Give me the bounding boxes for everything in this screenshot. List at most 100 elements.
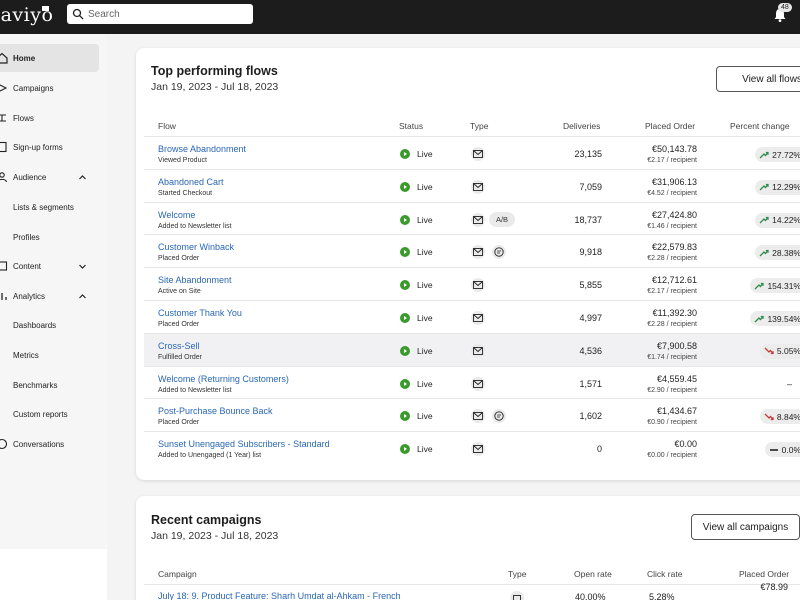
live-status-icon xyxy=(400,378,410,389)
deliveries-value: 4,536 xyxy=(579,345,602,356)
content-icon xyxy=(0,261,8,271)
flow-name-link[interactable]: Cross-Sell xyxy=(158,341,200,351)
table-row[interactable]: Post-Purchase Bounce Back Placed Order Liv… xyxy=(144,398,800,431)
flow-name-link[interactable]: Welcome xyxy=(158,210,195,220)
flow-name-link[interactable]: Abandoned Cart xyxy=(158,177,224,187)
deliveries-value: 1,602 xyxy=(579,411,602,422)
chevron-up-icon[interactable] xyxy=(78,292,87,301)
sidebar-item-metrics[interactable]: Metrics xyxy=(0,341,99,369)
trend-up-icon xyxy=(759,216,769,224)
sidebar-item-label: Home xyxy=(13,53,36,63)
column-header-flow[interactable]: Flow xyxy=(158,121,176,131)
status-label: Live xyxy=(417,280,433,291)
percent-change-badge: 28.38% xyxy=(755,245,800,261)
per-recipient-value: €1.74 / recipient xyxy=(647,353,697,361)
campaign-name-link[interactable]: July 18: 9. Product Feature: Sharh Umdat… xyxy=(158,591,401,600)
column-header-percent-change[interactable]: Percent change xyxy=(730,121,790,131)
sms-icon xyxy=(492,245,506,260)
flow-trigger: Added to Newsletter list xyxy=(158,386,232,394)
email-icon xyxy=(471,311,485,325)
column-header-deliveries[interactable]: Deliveries xyxy=(563,121,600,131)
card-title: Top performing flows xyxy=(151,64,278,78)
flow-trigger: Started Checkout xyxy=(158,189,213,197)
flow-name-link[interactable]: Sunset Unengaged Subscribers - Standard xyxy=(158,439,330,449)
flow-name-link[interactable]: Customer Winback xyxy=(158,242,234,252)
date-range: Jan 19, 2023 - Jul 18, 2023 xyxy=(151,530,279,542)
table-row[interactable]: Site Abandonment Active on Site Live 5,855 €… xyxy=(144,267,800,300)
sidebar-item-label: Content xyxy=(13,261,42,271)
sidebar: Home Campaigns Flows Sign-up forms Audie… xyxy=(0,34,107,600)
column-header-open-rate[interactable]: Open rate xyxy=(574,569,612,579)
deliveries-value: 18,737 xyxy=(574,214,602,225)
percent-change-value: 154.31% xyxy=(767,280,800,291)
sidebar-item-campaigns[interactable]: Campaigns xyxy=(0,74,99,102)
sidebar-item-custom-reports[interactable]: Custom reports xyxy=(0,400,99,428)
table-row[interactable]: Customer Winback Placed Order Live 9,918 €22… xyxy=(144,234,800,267)
table-row[interactable]: Welcome (Returning Customers) Added to Ne… xyxy=(144,365,800,399)
sidebar-item-label: Dashboards xyxy=(13,320,57,330)
table-row[interactable]: Cross-Sell Fulfilled Order Live 4,536 €7,900… xyxy=(144,332,800,366)
table-row[interactable]: July 18: 9. Product Feature: Sharh Umdat… xyxy=(144,582,800,600)
flow-name-link[interactable]: Customer Thank You xyxy=(158,308,242,318)
status-label: Live xyxy=(417,149,433,159)
flow-name-link[interactable]: Post-Purchase Bounce Back xyxy=(158,406,273,416)
live-status-icon xyxy=(400,181,410,192)
per-recipient-value: €1.46 / recipient xyxy=(647,222,697,230)
search-icon xyxy=(72,8,84,20)
sidebar-item-flows[interactable]: Flows xyxy=(0,104,99,132)
open-rate: 40.00% xyxy=(575,592,606,600)
column-header-placed-order[interactable]: Placed Order xyxy=(739,569,789,579)
percent-change-value: 28.38% xyxy=(772,247,800,258)
per-recipient-value: €2.17 / recipient xyxy=(647,288,697,296)
percent-change-badge: 12.29% xyxy=(755,179,800,195)
column-header-click-rate[interactable]: Click rate xyxy=(647,569,682,579)
percent-change-value: 0.0% xyxy=(781,444,800,455)
sidebar-item-signup-forms[interactable]: Sign-up forms xyxy=(0,133,99,161)
table-row[interactable]: Sunset Unengaged Subscribers - Standard A… xyxy=(144,431,800,464)
view-all-campaigns-button[interactable]: View all campaigns xyxy=(691,514,800,540)
sidebar-item-dashboards[interactable]: Dashboards xyxy=(0,311,99,339)
live-status-icon xyxy=(400,345,410,356)
status-label: Live xyxy=(417,378,433,389)
sidebar-item-audience[interactable]: Audience xyxy=(0,163,99,191)
flow-trigger: Placed Order xyxy=(158,419,200,427)
sidebar-item-lists-segments[interactable]: Lists & segments xyxy=(0,193,99,221)
flow-trigger: Fulfilled Order xyxy=(158,353,202,361)
status-label: Live xyxy=(417,247,433,258)
ab-test-badge: A/B xyxy=(489,211,515,227)
column-header-type[interactable]: Type xyxy=(508,569,526,579)
column-header-type[interactable]: Type xyxy=(470,121,488,131)
flow-name-link[interactable]: Site Abandonment xyxy=(158,275,232,285)
column-header-status[interactable]: Status xyxy=(399,121,423,131)
column-header-campaign[interactable]: Campaign xyxy=(158,569,197,579)
logo-flag-icon xyxy=(42,6,49,11)
deliveries-value: 4,997 xyxy=(579,313,602,323)
table-row[interactable]: Abandoned Cart Started Checkout Live 7,059 €… xyxy=(144,168,800,202)
email-icon xyxy=(510,591,524,600)
trend-up-icon xyxy=(759,184,769,191)
flow-name-link[interactable]: Welcome (Returning Customers) xyxy=(158,374,289,384)
sidebar-item-benchmarks[interactable]: Benchmarks xyxy=(0,371,99,399)
chevron-down-icon[interactable] xyxy=(78,262,87,271)
view-all-flows-button[interactable]: View all flows xyxy=(716,66,800,92)
search-input[interactable] xyxy=(88,6,248,22)
column-header-placed-order[interactable]: Placed Order xyxy=(645,121,695,131)
table-row[interactable]: Welcome Added to Newsletter list Live A/B 18… xyxy=(144,201,800,235)
card-title: Recent campaigns xyxy=(151,513,262,527)
sidebar-item-label: Lists & segments xyxy=(13,202,74,212)
per-recipient-value: €2.17 / recipient xyxy=(647,157,697,164)
table-row[interactable]: Browse Abandonment Viewed Product Live 23,1… xyxy=(144,136,800,169)
sidebar-item-label: Metrics xyxy=(13,350,39,360)
flow-trigger: Added to Newsletter list xyxy=(158,222,232,230)
sidebar-item-analytics[interactable]: Analytics xyxy=(0,282,99,310)
sidebar-item-content[interactable]: Content xyxy=(0,252,99,280)
sidebar-item-home[interactable]: Home xyxy=(0,44,99,72)
sidebar-item-conversations[interactable]: Conversations xyxy=(0,430,99,458)
sidebar-item-profiles[interactable]: Profiles xyxy=(0,223,99,251)
status-label: Live xyxy=(417,181,433,192)
flow-name-link[interactable]: Browse Abandonment xyxy=(158,144,246,154)
placed-order-value: €22,579.83 xyxy=(651,242,697,253)
chevron-up-icon[interactable] xyxy=(78,173,87,182)
table-row[interactable]: Customer Thank You Placed Order Live 4,997 €… xyxy=(144,300,800,333)
search-box[interactable] xyxy=(67,4,253,24)
